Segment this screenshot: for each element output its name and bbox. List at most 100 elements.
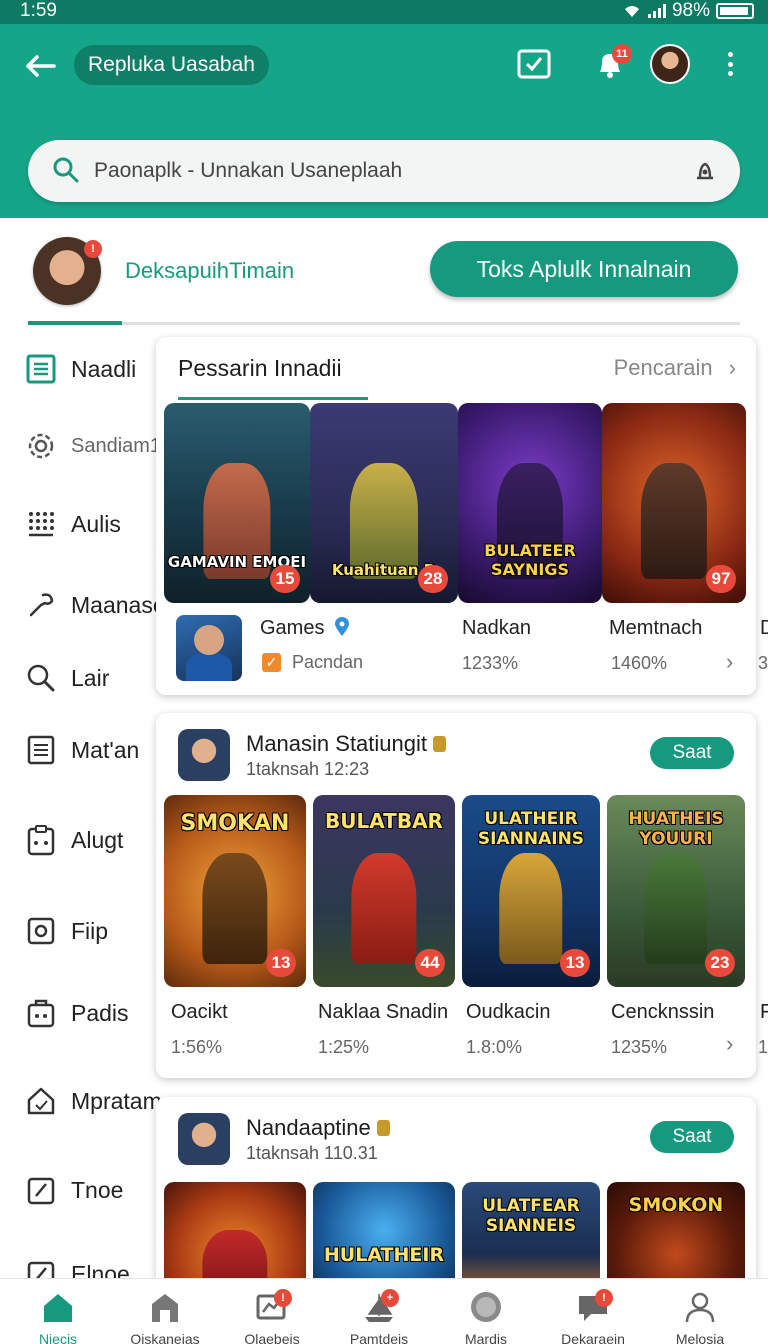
count-badge: 44 (415, 949, 445, 977)
search-bar[interactable]: Paonaplk - Unnakan Usaneplaah (28, 140, 740, 202)
user-avatar[interactable] (650, 44, 690, 84)
bag-icon (25, 997, 57, 1029)
nav-badge: ! (274, 1289, 292, 1307)
wifi-icon (624, 6, 639, 17)
nav-item-chart[interactable]: ! Olaebeis (224, 1289, 320, 1344)
count-badge: 23 (705, 949, 735, 977)
game-name[interactable]: Oudkacin (466, 1001, 551, 1024)
sidebar-item-naadli[interactable]: Naadli (25, 349, 136, 389)
poster-avatar[interactable] (178, 1113, 230, 1165)
sidebar-item-label: Naadli (71, 355, 137, 382)
sidebar-item-matan[interactable]: Mat'an (25, 730, 139, 770)
game-name: F (760, 1001, 768, 1023)
square-icon (25, 915, 57, 947)
game-avatar[interactable] (176, 615, 242, 681)
nav-label: Niecis (38, 1331, 78, 1344)
game-thumbnail[interactable]: HUATHEIS YOUURI 23 (607, 795, 745, 987)
feed-title[interactable]: Nandaaptine (246, 1115, 390, 1141)
grid-icon (25, 508, 57, 540)
tab-indicator (28, 321, 122, 325)
save-button[interactable]: Saat (650, 1121, 734, 1153)
search-input[interactable]: Paonaplk - Unnakan Usaneplaah (94, 140, 402, 202)
notification-badge: 11 (612, 44, 632, 64)
sidebar-item-lair[interactable]: Lair (25, 658, 109, 698)
more-options-button[interactable] (718, 46, 742, 82)
nav-label: Oiskaneias (130, 1331, 200, 1344)
stat-value: 1233% (462, 653, 519, 673)
nav-item-chat[interactable]: ! Dekaraein (545, 1289, 641, 1344)
sidebar-item-fiip[interactable]: Fiip (25, 911, 108, 951)
check-icon[interactable]: ✓ (262, 653, 281, 672)
chart-icon: ! (252, 1289, 292, 1325)
thumbnail-art-text: BULATBAR (325, 809, 443, 833)
game-thumbnail[interactable]: BULATBAR 44 (313, 795, 455, 987)
arrow-left-icon (26, 55, 56, 77)
search-icon (53, 157, 79, 183)
battery-percent: 98% (671, 0, 710, 21)
nav-badge: + (381, 1289, 399, 1307)
nav-label: Melosia (675, 1331, 725, 1344)
feed-card: Nandaaptine 1taknsah 110.31 Saat HULATHE… (156, 1097, 756, 1297)
sidebar-item-sandiam[interactable]: Sandiam1 (25, 426, 161, 466)
feed-card: Manasin Statiungit 1taknsah 12:23 Saat S… (156, 713, 756, 1078)
nav-item-profile[interactable]: Melosia (652, 1289, 748, 1344)
sidebar-item-tnoe[interactable]: Tnoe (25, 1170, 123, 1210)
thumbnail-art-text: BULATEER SAYNIGS (484, 541, 576, 579)
game-thumbnail[interactable]: ULATHEIR SIANNAINS 13 (462, 795, 600, 987)
game-name[interactable]: Oacikt (171, 1001, 228, 1024)
status-time: 1:59 (20, 0, 57, 21)
sidebar-item-label: Tnoe (71, 1176, 124, 1203)
chevron-right-icon[interactable]: › (726, 649, 733, 675)
nav-item-ship[interactable]: + Pamtdeis (331, 1289, 427, 1344)
sidebar-item-maanase[interactable]: Maanase (25, 585, 166, 625)
stat-label: Nadkan (462, 617, 531, 639)
voice-icon[interactable] (692, 158, 718, 184)
chevron-right-icon[interactable]: › (726, 1031, 733, 1057)
sidebar-item-alugt[interactable]: Alugt (25, 820, 123, 860)
chat-icon: ! (573, 1289, 613, 1325)
game-stat: 1.8:0% (466, 1037, 523, 1057)
app-header: 1:59 98% Repluka Uasabah 11 Paonaplk - U… (0, 0, 768, 218)
sidebar-item-aulis[interactable]: Aulis (25, 504, 121, 544)
featured-link[interactable]: Pencarain › (614, 355, 736, 381)
search-icon (25, 662, 57, 694)
sidebar-item-label: Lair (71, 664, 110, 691)
game-thumbnail[interactable]: Kuahituan D 28 (310, 403, 458, 603)
cta-button[interactable]: Toks Aplulk Innalnain (430, 241, 738, 297)
profile-badge: ! (84, 240, 102, 258)
header-title[interactable]: Repluka Uasabah (74, 45, 269, 85)
game-thumbnail[interactable]: 97 (602, 403, 746, 603)
poster-avatar[interactable] (178, 729, 230, 781)
game-thumbnail[interactable]: GAMAVIN EMOEI 15 (164, 403, 310, 603)
featured-title-underline (178, 397, 368, 400)
game-name[interactable]: Cencknssin (611, 1001, 714, 1024)
back-button[interactable] (20, 46, 60, 86)
game-thumbnail[interactable]: SMOKAN 13 (164, 795, 306, 987)
status-bar: 1:59 98% (0, 0, 768, 24)
save-button[interactable]: Saat (650, 737, 734, 769)
edit-icon (25, 1174, 57, 1206)
feed-title[interactable]: Manasin Statiungit (246, 731, 446, 757)
profile-name[interactable]: DeksapuihTimain (125, 258, 294, 284)
nav-item-home[interactable]: Niecis (10, 1289, 106, 1344)
game-name[interactable]: Naklaa Snadin (318, 1001, 448, 1024)
feed-title-text: Nandaaptine (246, 1115, 371, 1140)
game-thumbnail[interactable]: BULATEER SAYNIGS (458, 403, 602, 603)
nav-badge: ! (595, 1289, 613, 1307)
thumbnail-art-text: SMOKON (628, 1194, 724, 1216)
nav-item-globe[interactable]: Mardis (438, 1289, 534, 1344)
stat-label-games[interactable]: Games (260, 617, 350, 640)
count-badge: 97 (706, 565, 736, 593)
nav-label: Pamtdeis (349, 1331, 409, 1344)
sidebar-item-mpratam[interactable]: Mpratam (25, 1081, 162, 1121)
signal-icon (647, 4, 666, 18)
user-icon (680, 1289, 720, 1325)
store-icon (145, 1289, 185, 1325)
thumbnail-art-text: ULATFEAR SIANNEIS (482, 1196, 580, 1236)
nav-item-store[interactable]: Oiskaneias (117, 1289, 213, 1344)
stat-value: 3 (758, 653, 768, 673)
thumbnail-art-text: HUATHEIS YOUURI (628, 809, 724, 849)
task-button[interactable] (514, 44, 554, 84)
notifications-button[interactable]: 11 (590, 44, 632, 84)
sidebar-item-padis[interactable]: Padis (25, 993, 129, 1033)
